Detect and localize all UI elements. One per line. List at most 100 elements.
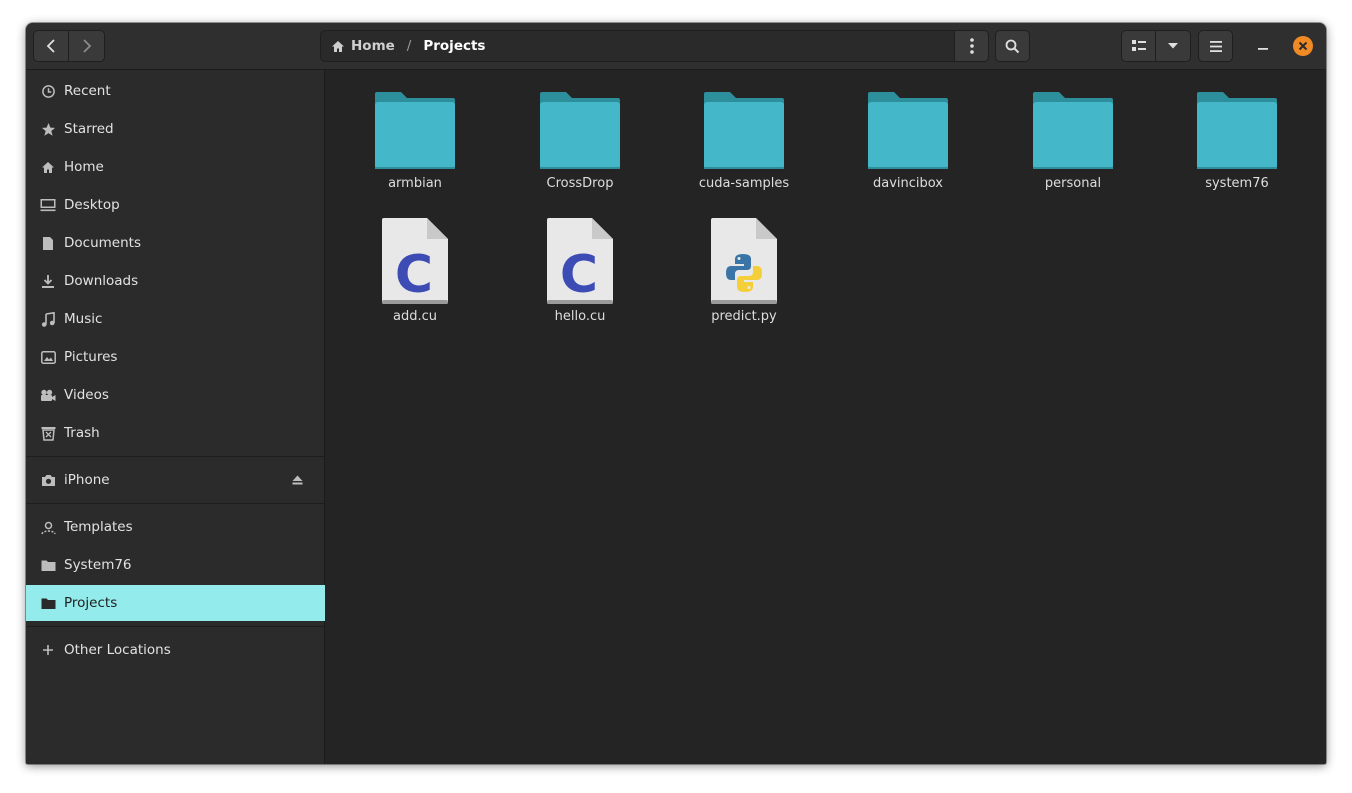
svg-text:C: C bbox=[560, 245, 598, 305]
list-view-icon bbox=[1131, 40, 1146, 51]
sidebar-item-pictures[interactable]: Pictures bbox=[26, 339, 325, 375]
search-icon bbox=[1005, 39, 1020, 53]
sidebar-item-other-locations[interactable]: Other Locations bbox=[26, 632, 325, 668]
file-name: cuda-samples bbox=[698, 176, 790, 191]
sidebar-item-iphone[interactable]: iPhone bbox=[26, 462, 325, 498]
navigation-buttons bbox=[33, 30, 105, 62]
sidebar-item-label: iPhone bbox=[64, 472, 110, 488]
sidebar-item-label: Starred bbox=[64, 121, 114, 137]
file-name: personal bbox=[1044, 176, 1102, 191]
back-button[interactable] bbox=[34, 31, 70, 61]
sidebar-item-videos[interactable]: Videos bbox=[26, 377, 325, 413]
folder-icon bbox=[1197, 92, 1277, 169]
view-mode-button[interactable] bbox=[1122, 31, 1157, 61]
folder-item[interactable]: personal bbox=[1013, 90, 1133, 210]
sidebar-item-projects[interactable]: Projects bbox=[26, 585, 325, 621]
file-name: CrossDrop bbox=[546, 176, 614, 191]
sidebar-item-home[interactable]: Home bbox=[26, 149, 325, 185]
sidebar-item-templates[interactable]: Templates bbox=[26, 509, 325, 545]
folder-item[interactable]: CrossDrop bbox=[520, 90, 640, 210]
file-item[interactable]: C add.cu bbox=[355, 217, 475, 337]
path-bar: Home / Projects bbox=[320, 30, 955, 62]
music-icon bbox=[40, 311, 56, 327]
header-bar: Home / Projects bbox=[26, 23, 1326, 70]
camera-icon bbox=[40, 472, 56, 488]
chevron-right-icon bbox=[82, 39, 91, 53]
close-icon bbox=[1298, 41, 1308, 51]
home-icon bbox=[332, 40, 344, 52]
search-button[interactable] bbox=[995, 30, 1030, 62]
hamburger-icon bbox=[1209, 40, 1222, 52]
folder-item[interactable]: cuda-samples bbox=[684, 90, 804, 210]
view-buttons bbox=[1121, 30, 1191, 62]
sidebar-item-label: Other Locations bbox=[64, 642, 171, 658]
plus-icon bbox=[40, 642, 56, 658]
file-name: predict.py bbox=[711, 309, 777, 324]
sidebar-item-recent[interactable]: Recent bbox=[26, 73, 325, 109]
minimize-button[interactable] bbox=[1253, 36, 1273, 56]
sidebar-item-label: Projects bbox=[64, 595, 118, 611]
minimize-icon bbox=[1258, 48, 1268, 50]
desktop-icon bbox=[40, 197, 56, 213]
breadcrumb-home[interactable]: Home bbox=[331, 38, 395, 54]
chevron-left-icon bbox=[46, 39, 55, 53]
document-icon bbox=[40, 235, 56, 251]
folder-icon bbox=[40, 557, 56, 573]
folder-icon bbox=[868, 92, 948, 169]
sidebar-item-label: Desktop bbox=[64, 197, 120, 213]
file-name: hello.cu bbox=[554, 309, 606, 324]
c-source-file-icon: C bbox=[382, 218, 448, 305]
sidebar-divider bbox=[26, 626, 325, 627]
main-menu-button[interactable] bbox=[1198, 30, 1233, 62]
breadcrumb-projects-label: Projects bbox=[423, 38, 486, 54]
vertical-dots-icon bbox=[969, 38, 974, 54]
folder-icon bbox=[704, 92, 784, 169]
breadcrumb-projects[interactable]: Projects bbox=[423, 38, 485, 54]
sidebar-item-label: Documents bbox=[64, 235, 141, 251]
folder-item[interactable]: armbian bbox=[355, 90, 475, 210]
video-icon bbox=[40, 387, 56, 403]
folder-item[interactable]: davincibox bbox=[848, 90, 968, 210]
file-item[interactable]: C hello.cu bbox=[520, 217, 640, 337]
file-name: armbian bbox=[388, 176, 442, 191]
sidebar-item-label: Home bbox=[64, 159, 104, 175]
templates-icon bbox=[40, 519, 56, 535]
file-name: add.cu bbox=[393, 309, 437, 324]
sidebar-item-trash[interactable]: Trash bbox=[26, 415, 325, 451]
forward-button[interactable] bbox=[69, 31, 104, 61]
sidebar-item-label: Videos bbox=[64, 387, 109, 403]
sidebar-item-label: Music bbox=[64, 311, 103, 327]
file-manager-window: Home / Projects Recent Starred Home Desk… bbox=[26, 23, 1326, 764]
clock-icon bbox=[40, 83, 56, 99]
sidebar-item-starred[interactable]: Starred bbox=[26, 111, 325, 147]
c-source-file-icon: C bbox=[547, 218, 613, 305]
picture-icon bbox=[40, 349, 56, 365]
sidebar-item-documents[interactable]: Documents bbox=[26, 225, 325, 261]
folder-icon bbox=[1033, 92, 1113, 169]
file-name: davincibox bbox=[872, 176, 944, 191]
view-options-button[interactable] bbox=[1156, 31, 1190, 61]
sidebar-item-system76[interactable]: System76 bbox=[26, 547, 325, 583]
folder-icon bbox=[540, 92, 620, 169]
sidebar-item-label: Downloads bbox=[64, 273, 139, 289]
folder-icon bbox=[40, 595, 56, 611]
folder-icon bbox=[375, 92, 455, 169]
path-menu-button[interactable] bbox=[954, 30, 989, 62]
eject-icon[interactable] bbox=[292, 473, 303, 489]
python-file-icon bbox=[711, 218, 777, 304]
file-item[interactable]: predict.py bbox=[684, 217, 804, 337]
breadcrumb-home-label: Home bbox=[351, 38, 395, 54]
download-icon bbox=[40, 273, 56, 289]
trash-icon bbox=[40, 425, 56, 441]
close-button[interactable] bbox=[1293, 36, 1313, 56]
sidebar-item-label: Recent bbox=[64, 83, 111, 99]
sidebar-item-music[interactable]: Music bbox=[26, 301, 325, 337]
sidebar-item-label: System76 bbox=[64, 557, 132, 573]
folder-item[interactable]: system76 bbox=[1177, 90, 1297, 210]
svg-text:C: C bbox=[395, 245, 433, 305]
chevron-down-icon bbox=[1168, 43, 1178, 49]
sidebar-item-downloads[interactable]: Downloads bbox=[26, 263, 325, 299]
sidebar-item-desktop[interactable]: Desktop bbox=[26, 187, 325, 223]
star-icon bbox=[40, 121, 56, 137]
sidebar: Recent Starred Home Desktop Documents Do… bbox=[26, 70, 325, 764]
